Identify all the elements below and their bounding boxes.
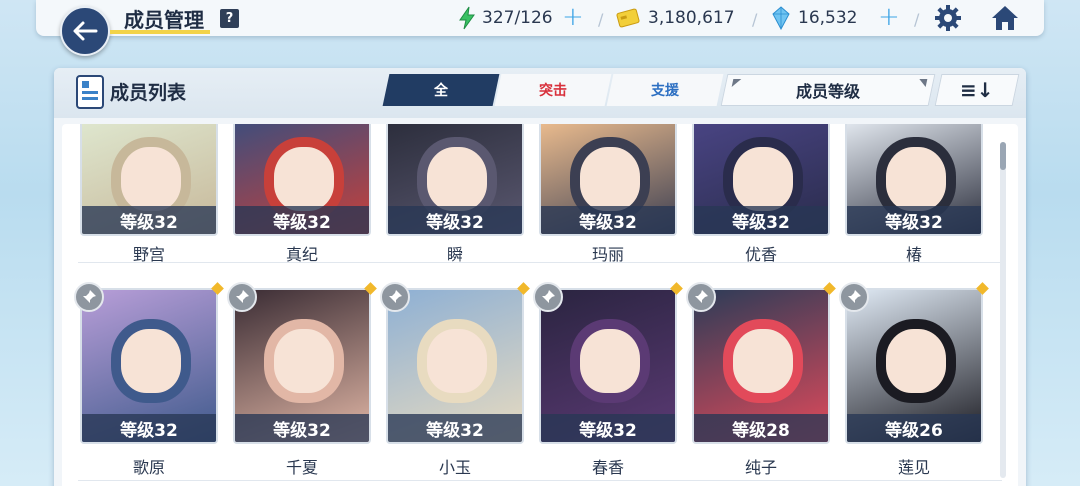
tab-assault[interactable]: 突击 <box>494 74 612 106</box>
member-portrait: 等级32 <box>539 124 677 236</box>
member-level: 等级26 <box>847 414 981 442</box>
panel-header: 成员列表 全 突击 支援 成员等级 ≡↓ <box>54 68 1026 118</box>
member-level: 等级32 <box>82 414 216 442</box>
row-divider <box>78 262 1002 263</box>
member-portrait: 等级28 <box>692 288 830 444</box>
scrollbar[interactable] <box>1000 142 1006 478</box>
row-divider <box>78 480 1002 481</box>
member-level: 等级32 <box>82 206 216 234</box>
home-icon[interactable] <box>990 4 1020 32</box>
member-level: 等级32 <box>541 414 675 442</box>
credits-value: 3,180,617 <box>648 8 735 28</box>
character-face <box>427 146 487 211</box>
back-button[interactable] <box>60 6 110 56</box>
character-face <box>121 146 181 211</box>
member-portrait: 等级32 <box>233 288 371 444</box>
member-portrait: 等级26 <box>845 288 983 444</box>
member-portrait: 等级32 <box>80 288 218 444</box>
member-level: 等级32 <box>388 206 522 234</box>
member-level: 等级28 <box>694 414 828 442</box>
sort-criteria-dropdown[interactable]: 成员等级 <box>720 74 936 106</box>
member-portrait: 等级32 <box>539 288 677 444</box>
separator: / <box>914 10 920 29</box>
sort-order-icon: ≡↓ <box>960 78 994 102</box>
gem-icon <box>772 6 790 30</box>
tab-all[interactable]: 全 <box>382 74 500 106</box>
member-name: 千夏 <box>285 458 318 477</box>
pin-icon[interactable] <box>74 282 104 312</box>
member-name: 纯子 <box>744 458 777 477</box>
member-portrait: 等级32 <box>692 124 830 236</box>
member-grid[interactable]: 等级32 野宫 等级32 真纪 等级32 瞬等级32 玛丽 等级32 优香 等级32 椿 等级32 歌… <box>62 124 1018 486</box>
sort-order-button[interactable]: ≡↓ <box>934 74 1020 106</box>
character-face <box>427 329 487 393</box>
separator: / <box>598 10 604 29</box>
character-face <box>580 329 640 393</box>
member-portrait: 等级32 <box>845 124 983 236</box>
character-face <box>274 329 334 393</box>
tab-support-label: 支援 <box>651 83 679 99</box>
member-portrait: 等级32 <box>80 124 218 236</box>
back-arrow-icon <box>73 21 98 41</box>
member-level: 等级32 <box>541 206 675 234</box>
credit-card-icon <box>616 8 640 28</box>
member-level: 等级32 <box>847 206 981 234</box>
gems-value: 16,532 <box>798 8 858 28</box>
member-name: 歌原 <box>132 458 165 477</box>
member-portrait: 等级32 <box>386 288 524 444</box>
pin-icon[interactable] <box>686 282 716 312</box>
settings-gear-icon[interactable] <box>934 4 962 32</box>
panel-title: 成员列表 <box>110 82 187 104</box>
character-face <box>733 329 793 393</box>
sort-criteria-label: 成员等级 <box>795 82 860 101</box>
page-title: 成员管理 <box>124 8 204 32</box>
member-name: 小玉 <box>438 458 471 477</box>
help-icon[interactable]: ? <box>220 9 239 28</box>
stamina-add-button[interactable]: + <box>562 2 584 32</box>
character-face <box>886 329 946 393</box>
corner-marker <box>731 79 742 87</box>
pin-icon[interactable] <box>227 282 257 312</box>
tab-assault-label: 突击 <box>539 83 567 99</box>
character-face <box>886 146 946 211</box>
scrollbar-thumb[interactable] <box>1000 142 1006 170</box>
member-level: 等级32 <box>694 206 828 234</box>
member-list-panel: 成员列表 全 突击 支援 成员等级 ≡↓ 等级32 野宫 等级32 真纪 等级32 瞬等级… <box>54 68 1026 486</box>
stamina-value: 327/126 <box>482 8 553 28</box>
member-name: 春香 <box>591 458 624 477</box>
tab-support[interactable]: 支援 <box>606 74 724 106</box>
tab-all-label: 全 <box>434 83 448 99</box>
gems-add-button[interactable]: + <box>878 2 900 32</box>
member-portrait: 等级32 <box>233 124 371 236</box>
member-level: 等级32 <box>235 206 369 234</box>
character-face <box>580 146 640 211</box>
pin-icon[interactable] <box>533 282 563 312</box>
member-level: 等级32 <box>388 414 522 442</box>
separator: / <box>752 10 758 29</box>
pin-icon[interactable] <box>839 282 869 312</box>
stamina-bolt-icon <box>459 6 475 30</box>
pin-icon[interactable] <box>380 282 410 312</box>
member-level: 等级32 <box>235 414 369 442</box>
member-list-icon <box>76 75 104 109</box>
character-face <box>274 146 334 211</box>
title-underline <box>110 30 210 34</box>
corner-marker <box>917 79 928 87</box>
member-portrait: 等级32 <box>386 124 524 236</box>
filter-tabs: 全 突击 支援 <box>382 74 724 106</box>
character-face <box>121 329 181 393</box>
character-face <box>733 146 793 211</box>
member-name: 莲见 <box>897 458 930 477</box>
